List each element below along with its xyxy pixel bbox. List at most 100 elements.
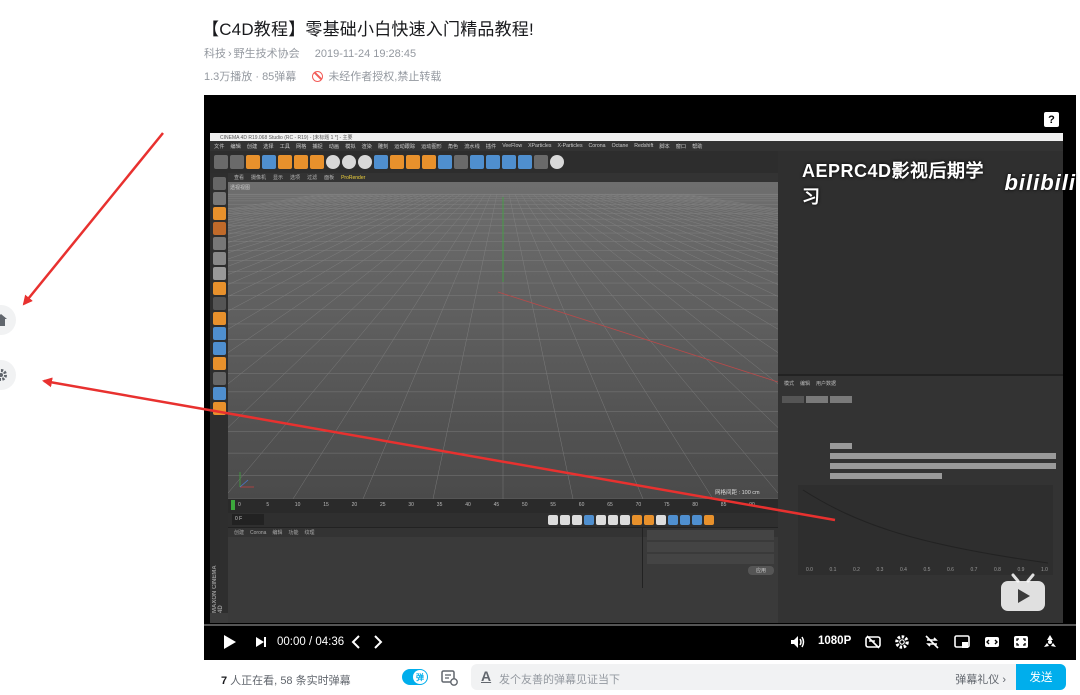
video-watermark: AEPRC4D影视后期学习 bilibili — [802, 157, 1076, 209]
category-link[interactable]: 科技 — [204, 48, 226, 60]
c4d-right-panel: 模式 编辑 用户数据 0.0 0.1 0.2 0.3 0.4 0.5 0.6 0.7 0.8 0.… — [778, 151, 1063, 623]
material-menu-item: 编辑 — [272, 530, 283, 536]
cube-icon — [438, 155, 452, 169]
chevron-right-icon: › — [1002, 674, 1006, 686]
undo-icon — [214, 155, 228, 169]
danmaku-etiquette-link[interactable]: 弹幕礼仪 › — [955, 671, 1006, 687]
viewport-menu-item: 面板 — [324, 175, 335, 181]
pip-button[interactable] — [954, 634, 970, 650]
add-icon — [310, 155, 324, 169]
paint-icon — [212, 342, 226, 355]
danmaku-send-bar: 7 人正在看, 58 条实时弹幕 弹 A 发个友善的弹幕见证当下 弹幕礼仪 › … — [204, 660, 1076, 695]
grid-icon — [212, 372, 226, 385]
c4d-menu-item: Redshift — [634, 143, 654, 149]
web-fullscreen-button[interactable] — [1013, 634, 1029, 650]
danmaku-settings-icon[interactable] — [441, 669, 458, 686]
y-axis-icon — [342, 155, 356, 169]
home-icon — [0, 314, 7, 326]
timeline-tick: 50 — [522, 502, 528, 508]
side-home-button[interactable] — [0, 305, 16, 335]
fullscreen-button[interactable] — [1042, 634, 1058, 650]
next-button[interactable] — [254, 635, 268, 649]
prev-chapter-button[interactable] — [350, 635, 362, 649]
danmaku-style-icon[interactable]: A — [481, 668, 491, 684]
material-menu-item: 创建 — [234, 530, 245, 536]
viewport-menu-item: 显示 — [273, 175, 284, 181]
viewport-menu-item: 选项 — [290, 175, 301, 181]
progress-bar[interactable] — [204, 624, 1076, 626]
move-icon — [262, 155, 276, 169]
danmaku-toggle-button[interactable] — [865, 634, 881, 650]
c4d-menubar: 文件 编辑 创建 选择 工具 网格 捕捉 动画 模拟 渲染 雕刻 运动跟踪 运动… — [210, 141, 1063, 151]
danmaku-switch-label: 弹 — [413, 670, 427, 684]
c4d-window-title: CINEMA 4D R19.068 Studio (RC - R19) - [未… — [220, 134, 353, 141]
render-icon — [390, 155, 404, 169]
loop-button[interactable] — [924, 634, 940, 650]
subcategory-link[interactable]: 野生技术协会 — [234, 48, 300, 60]
danmaku-off-icon — [865, 635, 881, 649]
record-icon — [632, 515, 642, 525]
danmaku-placeholder: 发个友善的弹幕见证当下 — [499, 674, 620, 686]
go-end-icon — [620, 515, 630, 525]
timeline-tick: 85 — [721, 502, 727, 508]
watermark-text: AEPRC4D影视后期学习 — [802, 161, 985, 207]
forbidden-icon — [312, 70, 324, 82]
coord-row-y — [647, 542, 774, 552]
c4d-menu-item: 角色 — [447, 143, 459, 150]
attr-menu-item: 编辑 — [800, 381, 811, 387]
timeline-tick: 10 — [295, 502, 301, 508]
danmaku-switch[interactable]: 弹 — [402, 669, 428, 685]
curve-tick: 0.2 — [853, 567, 860, 573]
quality-selector[interactable]: 1080P — [818, 635, 851, 647]
watermark-logo: bilibili — [1004, 170, 1076, 195]
c4d-menu-item: 插件 — [485, 143, 497, 150]
c4d-menu-item: 流水线 — [464, 143, 480, 150]
viewport-menu: 查看 摄像机 显示 选项 过滤 面板 ProRender — [228, 173, 778, 182]
c4d-menu-item: Octane — [611, 143, 629, 149]
autokey-icon — [644, 515, 654, 525]
render-settings-icon — [422, 155, 436, 169]
timeline-tick: 70 — [636, 502, 642, 508]
volume-button[interactable] — [790, 635, 806, 649]
c4d-menu-item: Corona — [588, 143, 606, 149]
curve-tick: 0.0 — [806, 567, 813, 573]
frame-field: 0 F — [232, 514, 264, 525]
play-button[interactable] — [222, 634, 238, 650]
c4d-menu-item: 创建 — [246, 143, 258, 150]
video-player[interactable]: ? CINEMA 4D R19.068 Studio (RC - R19) - … — [204, 95, 1076, 660]
c4d-menu-item: 脚本 — [659, 143, 670, 150]
tweak-icon — [212, 297, 226, 310]
video-title: 【C4D教程】零基础小白快速入门精品教程! — [202, 20, 534, 39]
edges-icon — [212, 252, 226, 265]
c4d-left-toolbar — [210, 173, 228, 613]
play-icon — [224, 635, 236, 649]
danmaku-input[interactable]: A 发个友善的弹幕见证当下 弹幕礼仪 › — [471, 664, 1016, 690]
falloff-curve: 0.0 0.1 0.2 0.3 0.4 0.5 0.6 0.7 0.8 0.9 1.0 — [798, 485, 1053, 575]
coord-row-x — [647, 530, 774, 540]
help-button[interactable]: ? — [1044, 112, 1059, 127]
widescreen-button[interactable] — [984, 634, 1000, 650]
viewport-menu-item: ProRender — [341, 174, 366, 181]
attr-tab — [806, 396, 828, 403]
settings-button[interactable] — [894, 634, 910, 650]
rot-key-icon — [692, 515, 702, 525]
workplane-icon — [212, 222, 226, 235]
bilibili-tv-icon — [1001, 573, 1045, 611]
c4d-toolbar — [210, 151, 778, 173]
side-settings-button[interactable] — [0, 360, 16, 390]
curve-tick: 0.3 — [877, 567, 884, 573]
send-button[interactable]: 发送 — [1016, 664, 1066, 690]
time-display: 00:00 / 04:36 — [277, 636, 344, 648]
attr-menu-item: 模式 — [784, 381, 795, 387]
viewer-info: 7 人正在看, 58 条实时弹幕 — [221, 672, 351, 688]
apply-button: 应用 — [747, 566, 774, 575]
duration: 04:36 — [315, 636, 345, 648]
attr-slider — [830, 443, 852, 449]
curve-tick: 0.7 — [971, 567, 978, 573]
next-chapter-button[interactable] — [372, 635, 384, 649]
polygons-icon — [212, 267, 226, 280]
c4d-menu-item: 网格 — [295, 143, 307, 150]
etiquette-label: 弹幕礼仪 — [955, 674, 1000, 686]
c4d-menu-item: 捕捉 — [312, 143, 323, 150]
mode-icon — [212, 177, 226, 190]
